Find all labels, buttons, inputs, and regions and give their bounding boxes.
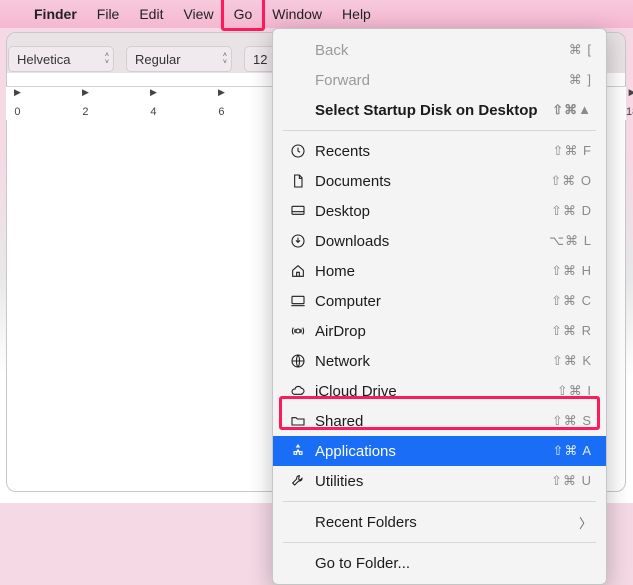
shortcut: ⇧⌘ C — [551, 293, 592, 309]
shortcut: ⇧⌘ S — [552, 413, 592, 429]
go-dropdown-menu: Back ⌘ [ Forward ⌘ ] Select Startup Disk… — [272, 28, 607, 585]
menubar-edit[interactable]: Edit — [129, 0, 173, 28]
cloud-icon — [287, 383, 309, 399]
menubar-app-name[interactable]: Finder — [24, 0, 87, 28]
ruler-tick: ▶18 — [626, 87, 633, 118]
menu-item-desktop[interactable]: Desktop ⇧⌘ D — [273, 196, 606, 226]
system-menubar: Finder File Edit View Go Window Help — [0, 0, 633, 28]
menu-item-utilities[interactable]: Utilities ⇧⌘ U — [273, 466, 606, 496]
shortcut: ⇧⌘ F — [553, 143, 592, 159]
home-icon — [287, 263, 309, 279]
clock-icon — [287, 143, 309, 159]
menubar-help[interactable]: Help — [332, 0, 381, 28]
airdrop-icon — [287, 323, 309, 339]
menu-item-home[interactable]: Home ⇧⌘ H — [273, 256, 606, 286]
menubar-window[interactable]: Window — [262, 0, 332, 28]
menu-separator — [283, 130, 596, 131]
menu-item-startup-disk[interactable]: Select Startup Disk on Desktop ⇧⌘▲ — [273, 95, 606, 125]
applications-icon — [287, 443, 309, 459]
network-icon — [287, 353, 309, 369]
chevron-updown-icon: ˄˅ — [105, 52, 109, 66]
desktop-icon — [287, 203, 309, 219]
shortcut: ⇧⌘ R — [551, 323, 592, 339]
shortcut: ⇧⌘ A — [553, 443, 592, 459]
font-family-select[interactable]: Helvetica ˄˅ — [8, 46, 114, 72]
font-size-value: 12 — [253, 52, 267, 67]
menu-separator — [283, 501, 596, 502]
menu-item-applications[interactable]: Applications ⇧⌘ A — [273, 436, 606, 466]
menu-item-forward: Forward ⌘ ] — [273, 65, 606, 95]
utilities-icon — [287, 473, 309, 489]
menu-item-network[interactable]: Network ⇧⌘ K — [273, 346, 606, 376]
font-weight-select[interactable]: Regular ˄˅ — [126, 46, 232, 72]
menu-item-computer[interactable]: Computer ⇧⌘ C — [273, 286, 606, 316]
chevron-updown-icon: ˄˅ — [223, 52, 227, 66]
shortcut: ⇧⌘ D — [551, 203, 592, 219]
shortcut: ⇧⌘ I — [557, 383, 592, 399]
document-icon — [287, 173, 309, 189]
menubar-go[interactable]: Go — [224, 0, 263, 28]
chevron-right-icon: 〉 — [579, 513, 592, 532]
menubar-file[interactable]: File — [87, 0, 130, 28]
menu-item-airdrop[interactable]: AirDrop ⇧⌘ R — [273, 316, 606, 346]
folder-icon — [287, 413, 309, 429]
menu-item-back: Back ⌘ [ — [273, 35, 606, 65]
shortcut: ⌥⌘ L — [549, 233, 592, 249]
shortcut: ⇧⌘ H — [551, 263, 592, 279]
ruler-tick: ▶0 — [14, 87, 21, 118]
shortcut: ⇧⌘ U — [551, 473, 592, 489]
download-icon — [287, 233, 309, 249]
ruler-tick: ▶4 — [150, 87, 157, 118]
shortcut: ⌘ [ — [569, 42, 592, 58]
font-family-value: Helvetica — [17, 52, 70, 67]
shortcut: ⇧⌘ O — [550, 173, 592, 189]
menu-item-shared[interactable]: Shared ⇧⌘ S — [273, 406, 606, 436]
highlight-box-go — [221, 0, 266, 31]
menu-separator — [283, 542, 596, 543]
shortcut: ⌘ ] — [569, 72, 592, 88]
menu-item-go-to-folder[interactable]: Go to Folder... — [273, 548, 606, 578]
shortcut: ⇧⌘ K — [552, 353, 592, 369]
menu-item-documents[interactable]: Documents ⇧⌘ O — [273, 166, 606, 196]
computer-icon — [287, 293, 309, 309]
menu-item-recent-folders[interactable]: Recent Folders 〉 — [273, 507, 606, 537]
ruler-tick: ▶2 — [82, 87, 89, 118]
font-weight-value: Regular — [135, 52, 181, 67]
menu-item-downloads[interactable]: Downloads ⌥⌘ L — [273, 226, 606, 256]
menu-item-icloud[interactable]: iCloud Drive ⇧⌘ I — [273, 376, 606, 406]
menu-item-recents[interactable]: Recents ⇧⌘ F — [273, 136, 606, 166]
ruler-tick: ▶6 — [218, 87, 225, 118]
menubar-view[interactable]: View — [173, 0, 223, 28]
shortcut: ⇧⌘▲ — [552, 102, 592, 118]
